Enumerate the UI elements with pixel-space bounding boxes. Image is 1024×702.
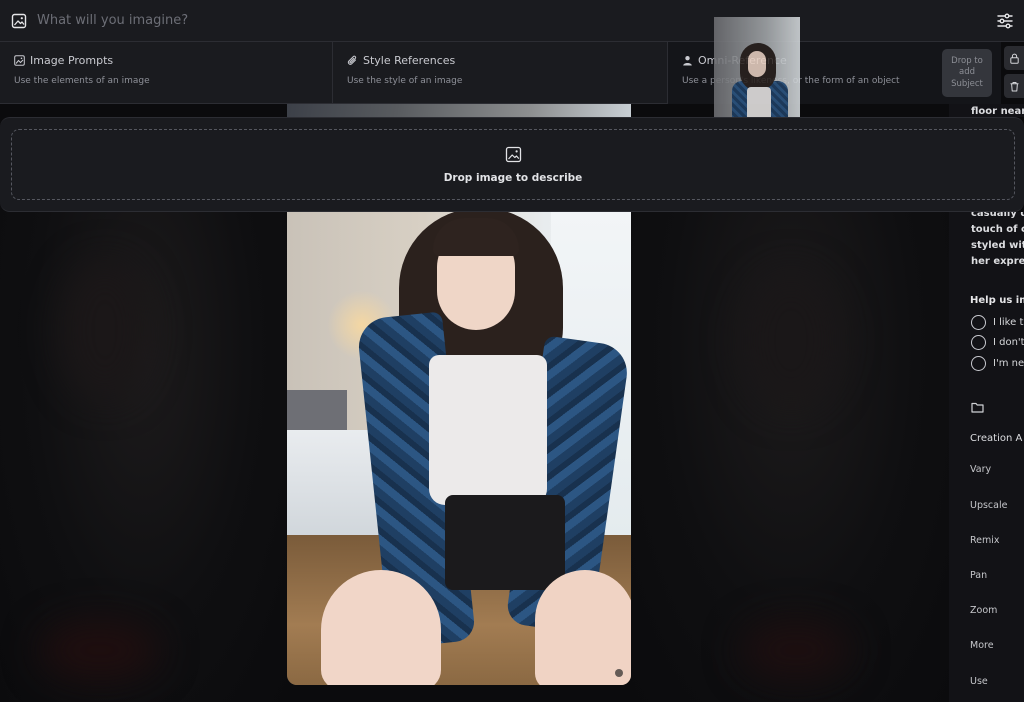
feedback-option-dislike[interactable]: I don't <box>971 335 1024 350</box>
person-icon <box>683 56 692 66</box>
details-top-fragment: floor near a <box>971 106 1024 117</box>
prompt-input[interactable] <box>37 5 996 36</box>
image-description: casually dr touch of co styled with her … <box>971 212 1024 270</box>
image-leg-right <box>535 570 631 685</box>
action-zoom[interactable]: Zoom <box>970 605 997 616</box>
image-top <box>429 355 547 505</box>
action-vary[interactable]: Vary <box>970 464 991 475</box>
thumb-face <box>748 51 766 77</box>
lock-button[interactable] <box>1004 46 1024 70</box>
details-panel-top: floor near a <box>949 104 1024 117</box>
image-leg-left <box>321 570 441 685</box>
side-buttons <box>1004 46 1024 102</box>
settings-sliders-icon[interactable] <box>996 12 1014 30</box>
background-blur-left <box>0 200 287 702</box>
describe-label: Drop image to describe <box>443 171 583 184</box>
paperclip-icon <box>347 55 357 65</box>
description-line: styled with <box>971 240 1024 251</box>
describe-dropzone[interactable]: Drop image to describe <box>11 129 1015 200</box>
image-prompts-description: Use the elements of an image <box>14 76 150 86</box>
radio-icon[interactable] <box>971 335 986 350</box>
delete-button[interactable] <box>1004 74 1024 98</box>
feedback-option-like[interactable]: I like th <box>971 315 1024 330</box>
trash-icon <box>1010 81 1018 91</box>
feedback-option-label: I'm ne <box>993 358 1024 369</box>
prompt-bar <box>0 0 1024 42</box>
description-line: casually dr <box>971 212 1024 219</box>
drop-subject-button[interactable]: Drop to add Subject <box>942 49 992 97</box>
action-remix[interactable]: Remix <box>970 535 1000 546</box>
radio-icon[interactable] <box>971 356 986 371</box>
feedback-title: Help us im <box>970 295 1024 306</box>
feedback-option-label: I don't <box>993 337 1024 348</box>
image-options-dot[interactable] <box>615 669 623 677</box>
image-prompts-title: Image Prompts <box>30 54 114 67</box>
action-upscale[interactable]: Upscale <box>970 500 1007 511</box>
creation-actions-title: Creation A <box>970 433 1023 444</box>
description-fade <box>949 264 1024 278</box>
folder-icon[interactable] <box>971 401 984 413</box>
lock-icon <box>1009 53 1019 64</box>
image-bangs <box>433 218 519 256</box>
action-use[interactable]: Use <box>970 676 988 687</box>
image-prompts-dropzone[interactable]: Image Prompts Use the elements of an ima… <box>0 42 333 104</box>
style-references-description: Use the style of an image <box>347 76 463 86</box>
reference-panel: Image Prompts Use the elements of an ima… <box>0 42 1001 104</box>
description-line: touch of co <box>971 224 1024 235</box>
radio-icon[interactable] <box>971 315 986 330</box>
image-icon <box>505 146 521 162</box>
background-blur-right <box>631 200 949 702</box>
style-references-title: Style References <box>363 54 456 67</box>
feedback-option-neutral[interactable]: I'm ne <box>971 356 1024 371</box>
action-more[interactable]: More <box>970 640 994 651</box>
image-icon[interactable] <box>11 13 27 29</box>
style-references-dropzone[interactable]: Style References Use the style of an ima… <box>333 42 668 104</box>
feedback-option-label: I like th <box>993 317 1024 328</box>
action-pan[interactable]: Pan <box>970 570 987 581</box>
describe-panel: Drop image to describe <box>0 117 1024 212</box>
details-panel: casually dr touch of co styled with her … <box>949 212 1024 702</box>
image-prompt-icon <box>14 55 25 66</box>
image-shorts <box>445 495 565 590</box>
